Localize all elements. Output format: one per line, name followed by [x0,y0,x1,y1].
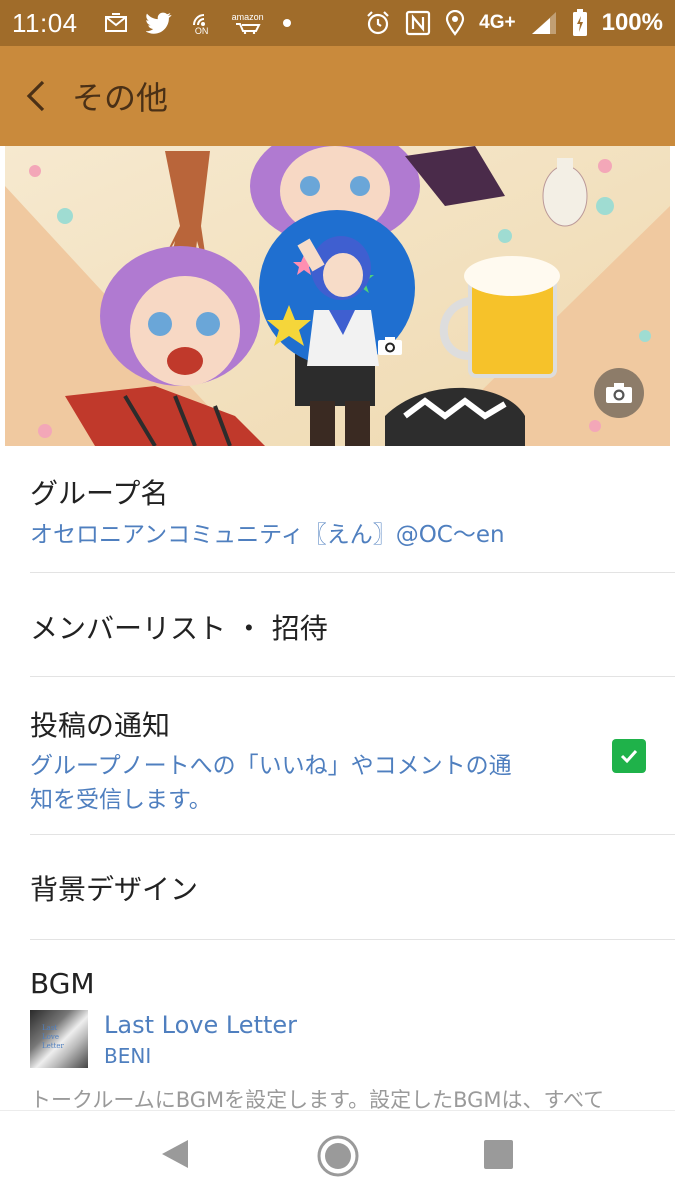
member-list-title: メンバーリスト ・ 招待 [30,612,328,645]
bgm-album-art: Last Love Letter [30,1010,88,1068]
status-time: 11:04 [12,7,78,38]
post-notification-desc-line1: グループノートへの「いいね」やコメントの通 [30,753,512,779]
dot-icon [282,18,292,28]
group-name-value: オセロニアンコミュニティ〖えん〗@OC〜en [30,522,505,548]
page-title: その他 [72,79,169,117]
bgm-artist: BENI [104,1044,152,1068]
divider [30,939,675,940]
back-triangle-icon[interactable] [160,1138,190,1174]
post-notification-title: 投稿の通知 [30,709,171,742]
amazon-label: amazon [231,11,264,22]
battery-percent: 100% [601,9,663,36]
bgm-title: BGM [30,967,95,1000]
divider [30,834,675,835]
group-name-title: グループ名 [30,477,169,510]
bgm-song-title[interactable]: Last Love Letter [104,1011,675,1039]
battery-icon [572,9,588,37]
recent-square-icon[interactable] [484,1140,513,1169]
status-bar: 11:04 ON amazon 4G+ 100% [0,0,675,46]
chevron-left-icon [26,80,45,112]
alarm-icon [365,10,391,36]
avatar-camera-icon[interactable] [377,336,403,356]
notification-icons: ON amazon [104,11,292,36]
nfc-wallet-icon: ON [190,11,214,36]
signal-icon [530,10,558,36]
system-icons: 4G+ 100% [365,9,663,37]
divider [30,676,675,677]
app-bar: その他 [0,46,675,146]
mail-icon [104,12,128,34]
network-type: 4G+ [479,12,516,33]
divider [30,572,675,573]
back-button[interactable] [0,46,76,146]
location-icon [445,10,465,36]
check-icon [620,749,638,764]
nfc-icon [405,10,431,36]
post-notification-checkbox[interactable] [612,739,646,773]
background-design-title: 背景デザイン [30,873,199,906]
on-label: ON [194,25,209,36]
twitter-icon [145,12,172,34]
cover-camera-button[interactable] [594,368,644,418]
post-notification-desc-line2: 知を受信します。 [30,787,212,813]
camera-icon [606,383,632,403]
amazon-icon: amazon [231,11,264,34]
home-circle-icon[interactable] [317,1135,359,1181]
